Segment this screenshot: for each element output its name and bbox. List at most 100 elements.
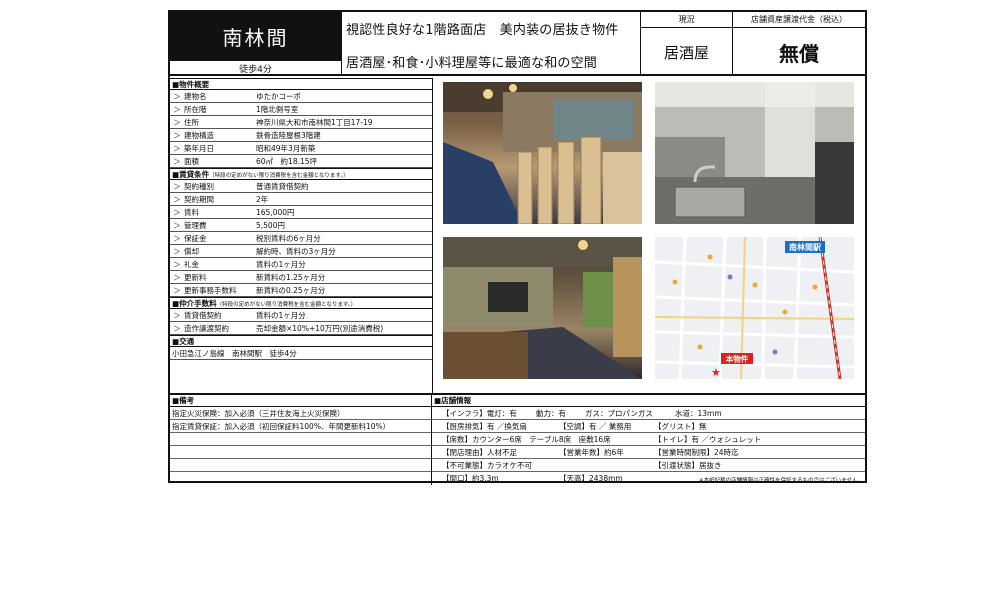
lease-key: 賃料 [184, 207, 199, 217]
lease-value: 新賃料の0.25ヶ月分 [256, 285, 326, 295]
shop-row-infra: 【インフラ】電灯：有 動力：有 ガス：プロパンガス 水道：13mm [432, 407, 865, 420]
lease-value: 165,000円 [256, 207, 295, 217]
overview-row: ＞築年月日 昭和49年3月新築 [170, 142, 432, 155]
chevron-right-icon: ＞ [173, 91, 181, 101]
infra-power: 動力：有 [536, 409, 566, 418]
lease-key: 更新料 [184, 272, 207, 282]
overview-heading: ■物件概要 [170, 78, 432, 90]
remarks-row: 指定火災保険：加入必須（三井住友海上火災保険） [170, 407, 431, 420]
traffic-line: 小田急江ノ島線 南林間駅 徒歩4分 [170, 347, 432, 360]
frontage-width: 【間口】約3.3m [442, 474, 499, 483]
remarks-row: 指定賃貸保証：加入必須（初回保証料100%、年間更新料10%） [170, 420, 431, 433]
walk-time: 徒歩4分 [170, 60, 341, 76]
lease-key: 更新事務手数料 [184, 285, 237, 295]
bottom-section: ■備考 指定火災保険：加入必須（三井住友海上火災保険） 指定賃貸保証：加入必須（… [170, 393, 865, 485]
infra-gas: ガス：プロパンガス [585, 409, 653, 418]
shop-info-block: ■店舗情報 【インフラ】電灯：有 動力：有 ガス：プロパンガス 水道：13mm … [432, 395, 865, 485]
chevron-right-icon: ＞ [173, 117, 181, 127]
lease-value: 普通賃貸借契約 [256, 181, 309, 191]
disclaimer-note: ※本紙記載の店舗情報は正確性を保証するものではございません。 [699, 478, 863, 484]
lease-key: 管理費 [184, 220, 207, 230]
years-in-business: 【営業年数】約6年 [559, 448, 624, 457]
business-hours-limit: 【営業時間制限】24時迄 [654, 448, 739, 457]
brokerage-value: 賃料の1ヶ月分 [256, 310, 306, 320]
map-station-label: 南林間駅 [789, 242, 822, 252]
lease-row: ＞保証金 税別賃料の6ヶ月分 [170, 232, 432, 245]
remarks-row-empty [170, 446, 431, 459]
chevron-right-icon: ＞ [173, 285, 181, 295]
kitchen-exhaust: 【厨房排気】有 ／換気扇 [442, 422, 527, 431]
station-name: 南林間 [170, 12, 341, 60]
lease-row: ＞更新料 新賃料の1.25ヶ月分 [170, 271, 432, 284]
overview-value: 1階北側号室 [256, 104, 299, 114]
lease-row: ＞契約期間 2年 [170, 193, 432, 206]
overview-key: 築年月日 [184, 143, 214, 153]
lease-value: 賃料の1ヶ月分 [256, 259, 306, 269]
lease-row: ＞礼金 賃料の1ヶ月分 [170, 258, 432, 271]
remarks-block: ■備考 指定火災保険：加入必須（三井住友海上火災保険） 指定賃貸保証：加入必須（… [170, 395, 432, 485]
overview-key: 所在階 [184, 104, 207, 114]
transfer-fee-value: 無償 [779, 41, 819, 66]
chevron-right-icon: ＞ [173, 246, 181, 256]
brokerage-list: ＞賃貸借契約 賃料の1ヶ月分 ＞造作譲渡契約 売却金額×10%+10万円(別途消費税) [170, 309, 432, 335]
remarks-heading: ■備考 [170, 395, 431, 407]
brokerage-key: 賃貸借契約 [184, 310, 222, 320]
shop-info-heading: ■店舗情報 [432, 395, 865, 407]
catchcopy-line-2: 居酒屋･和食･小料理屋等に最適な和の空間 [346, 56, 598, 71]
lease-list: ＞契約種別 普通賃貸借契約＞契約期間 2年＞賃料 165,000円＞管理費 5,500円… [170, 180, 432, 297]
lease-value: 5,500円 [256, 220, 285, 230]
lease-value: 解約時、賃料の3ヶ月分 [256, 246, 336, 256]
toilet: 【トイレ】有 ／ウォシュレット [654, 435, 762, 444]
ceiling-height: 【天高】2438mm [559, 474, 623, 483]
overview-key: 住所 [184, 117, 199, 127]
lease-value: 2年 [256, 194, 269, 204]
seat-count: 【席数】カウンター6席 テーブル8席 座敷16席 [442, 435, 611, 444]
chevron-right-icon: ＞ [173, 310, 181, 320]
overview-key: 建物構造 [184, 130, 214, 140]
overview-value: 神奈川県大和市南林間1丁目17-19 [256, 117, 373, 127]
brokerage-value: 売却金額×10%+10万円(別途消費税) [256, 323, 384, 333]
handover-condition: 【引渡状態】居抜き [654, 461, 722, 470]
catchcopy-line-1: 視認性良好な1階路面店 美内装の居抜き物件 [346, 23, 619, 38]
chevron-right-icon: ＞ [173, 143, 181, 153]
lease-key: 礼金 [184, 259, 199, 269]
closure-reason: 【閉店理由】人材不足 [442, 448, 517, 457]
chevron-right-icon: ＞ [173, 156, 181, 166]
overview-value: 鉄骨造陸屋根3階建 [256, 130, 321, 140]
property-sheet: 南林間 徒歩4分 視認性良好な1階路面店 美内装の居抜き物件 居酒屋･和食･小料… [168, 10, 867, 485]
chevron-right-icon: ＞ [173, 259, 181, 269]
catchcopy: 視認性良好な1階路面店 美内装の居抜き物件 居酒屋･和食･小料理屋等に最適な和の… [341, 12, 641, 76]
interior-photo-counter [443, 82, 642, 224]
lease-value: 税別賃料の6ヶ月分 [256, 233, 321, 243]
overview-row: ＞所在階 1階北側号室 [170, 103, 432, 116]
shop-row-equipment: 【厨房排気】有 ／換気扇 【空調】有 ／ 業務用 【グリスト】無 [432, 420, 865, 433]
property-star-icon: ★ [711, 366, 721, 379]
lease-row: ＞償却 解約時、賃料の3ヶ月分 [170, 245, 432, 258]
overview-row: ＞建物構造 鉄骨造陸屋根3階建 [170, 129, 432, 142]
chevron-right-icon: ＞ [173, 130, 181, 140]
traffic-heading: ■交通 [170, 335, 432, 347]
chevron-right-icon: ＞ [173, 181, 181, 191]
brokerage-heading: ■仲介手数料（特段の定めがない限り消費税を含む金額となります。） [170, 297, 432, 309]
chevron-right-icon: ＞ [173, 272, 181, 282]
chevron-right-icon: ＞ [173, 104, 181, 114]
lease-value: 新賃料の1.25ヶ月分 [256, 272, 326, 282]
lease-key: 償却 [184, 246, 199, 256]
chevron-right-icon: ＞ [173, 220, 181, 230]
remarks-row-empty [170, 459, 431, 472]
remarks-row-empty [170, 433, 431, 446]
lease-row: ＞賃料 165,000円 [170, 206, 432, 219]
details-column: ■物件概要 ＞建物名 ゆたかコーポ＞所在階 1階北側号室＞住所 神奈川県大和市南林間1… [170, 78, 432, 360]
map-pin-label: 本物件 [725, 354, 749, 364]
brokerage-row: ＞造作譲渡契約 売却金額×10%+10万円(別途消費税) [170, 322, 432, 335]
chevron-right-icon: ＞ [173, 207, 181, 217]
column-divider [432, 78, 433, 394]
infra-electric: 【インフラ】電灯：有 [442, 409, 517, 418]
lease-row: ＞管理費 5,500円 [170, 219, 432, 232]
brokerage-key: 造作譲渡契約 [184, 323, 229, 333]
lease-row: ＞更新事務手数料 新賃料の0.25ヶ月分 [170, 284, 432, 297]
overview-row: ＞面積 60㎡ 約18.15坪 [170, 155, 432, 168]
overview-key: 建物名 [184, 91, 207, 101]
interior-photo-tatami [443, 237, 642, 379]
overview-key: 面積 [184, 156, 199, 166]
